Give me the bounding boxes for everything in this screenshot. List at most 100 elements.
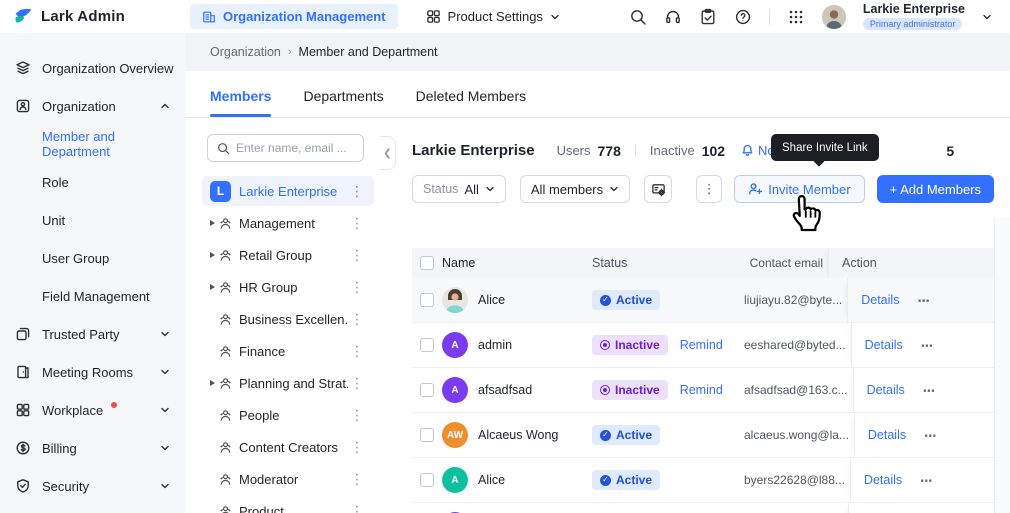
account-chevron-down-icon[interactable]: [982, 12, 992, 22]
members-filter-select[interactable]: All members: [519, 175, 631, 203]
remind-link[interactable]: Remind: [680, 383, 723, 397]
tab-deleted-members[interactable]: Deleted Members: [416, 88, 527, 117]
tree-item-label: Content Creators: [239, 439, 338, 455]
tree-item[interactable]: Business Excellen... ⋮: [202, 304, 374, 334]
column-name: Name: [442, 256, 476, 270]
row-more-icon[interactable]: ⋯: [923, 383, 937, 398]
row-more-icon[interactable]: ⋯: [924, 428, 938, 443]
member-name: Alice: [478, 293, 506, 307]
nav-product-settings[interactable]: Product Settings: [426, 9, 560, 24]
breadcrumb-parent[interactable]: Organization: [210, 45, 281, 59]
tree-search-input[interactable]: [236, 141, 346, 155]
user-avatar[interactable]: [821, 4, 846, 29]
sidebar-item-trusted-party[interactable]: Trusted Party: [0, 315, 185, 353]
tree-item[interactable]: Content Creators ⋮: [202, 432, 374, 462]
tree-item[interactable]: Retail Group ⋮: [202, 240, 374, 270]
add-members-button[interactable]: + Add Members: [876, 175, 994, 203]
select-all-checkbox[interactable]: [420, 256, 434, 270]
support-headset-icon[interactable]: [664, 8, 682, 26]
tree-item[interactable]: People ⋮: [202, 400, 374, 430]
tree-item-label: Retail Group: [239, 247, 312, 263]
row-checkbox[interactable]: [420, 428, 434, 442]
row-checkbox[interactable]: [420, 383, 434, 397]
tab-members[interactable]: Members: [210, 88, 272, 117]
members-main: Larkie Enterprise Users 778 Inactive 102…: [400, 129, 994, 513]
more-options-icon[interactable]: ⋮: [348, 504, 366, 513]
tab-departments[interactable]: Departments: [303, 88, 383, 117]
more-options-icon[interactable]: ⋮: [348, 280, 366, 294]
account-menu[interactable]: Larkie Enterprise Primary administrator: [862, 3, 965, 31]
nav-product-settings-label: Product Settings: [447, 9, 543, 24]
more-options-icon[interactable]: ⋮: [348, 344, 366, 358]
expand-caret-icon[interactable]: [206, 220, 219, 226]
sidebar-item-billing[interactable]: Billing: [0, 429, 185, 467]
sidebar-item-field-management[interactable]: Field Management: [0, 277, 185, 315]
sidebar-item-unit[interactable]: Unit: [0, 201, 185, 239]
remind-link[interactable]: Remind: [680, 338, 723, 352]
invite-member-button[interactable]: Invite Member: [734, 175, 865, 203]
row-more-icon[interactable]: ⋯: [921, 338, 935, 353]
sidebar-item-organization-overview[interactable]: Organization Overview: [0, 49, 185, 87]
expand-caret-icon[interactable]: [206, 252, 219, 258]
more-options-icon[interactable]: ⋮: [348, 312, 366, 326]
tree-item[interactable]: HR Group ⋮: [202, 272, 374, 302]
table-row: Alice ✓ Active liujiayu.82@byte... Details ⋯: [412, 278, 994, 323]
sidebar-item-member-and-department[interactable]: Member and Department: [0, 125, 185, 163]
chevron-down-icon: [610, 186, 618, 192]
display-settings-button[interactable]: [644, 175, 673, 203]
more-options-icon[interactable]: ⋮: [348, 440, 366, 454]
account-role-badge: Primary administrator: [862, 18, 963, 31]
table-scrollbar[interactable]: [994, 218, 1010, 513]
row-more-icon[interactable]: ⋯: [917, 293, 931, 308]
topbar-divider: [768, 8, 770, 25]
member-email: byers22628@l88...: [744, 473, 845, 487]
chevron-down-icon: [161, 407, 169, 413]
tree-item[interactable]: Planning and Strat... ⋮: [202, 368, 374, 398]
sidebar-item-security[interactable]: Security: [0, 467, 185, 505]
row-checkbox[interactable]: [420, 338, 434, 352]
search-icon[interactable]: [629, 8, 647, 26]
tree-item[interactable]: Finance ⋮: [202, 336, 374, 366]
status-badge: ✓ Active: [592, 290, 661, 310]
details-link[interactable]: Details: [864, 473, 902, 487]
topbar-actions: Larkie Enterprise Primary administrator: [629, 3, 1010, 31]
more-options-icon[interactable]: ⋮: [348, 376, 366, 390]
row-checkbox[interactable]: [420, 293, 434, 307]
collapse-panel-button[interactable]: ❮: [380, 136, 396, 170]
tree-item[interactable]: Moderator ⋮: [202, 464, 374, 494]
tree-item-label: Planning and Strat...: [239, 375, 348, 391]
sidebar-item-role[interactable]: Role: [0, 163, 185, 201]
card-settings-icon: [651, 183, 665, 196]
status-filter-select[interactable]: Status All: [412, 175, 506, 203]
nav-organization-management[interactable]: Organization Management: [190, 4, 398, 29]
tree-root-larkie-enterprise[interactable]: L Larkie Enterprise ⋮: [202, 176, 374, 206]
sidebar-item-workplace[interactable]: Workplace: [0, 391, 185, 429]
survey-clipboard-icon[interactable]: [699, 8, 717, 26]
more-options-icon[interactable]: ⋮: [348, 472, 366, 486]
tree-item[interactable]: Management ⋮: [202, 208, 374, 238]
apps-grid-icon[interactable]: [787, 8, 805, 26]
organization-icon: [15, 98, 31, 114]
sidebar-item-organization[interactable]: Organization: [0, 87, 185, 125]
more-options-icon[interactable]: ⋮: [348, 248, 366, 262]
more-actions-button[interactable]: ⋮: [696, 175, 723, 203]
more-options-icon[interactable]: ⋮: [348, 184, 366, 198]
row-more-icon[interactable]: ⋯: [920, 473, 934, 488]
member-email: alcaeus.wong@la...: [744, 428, 849, 442]
details-link[interactable]: Details: [868, 428, 906, 442]
expand-caret-icon[interactable]: [206, 380, 219, 386]
row-checkbox[interactable]: [420, 473, 434, 487]
sidebar-item-meeting-rooms[interactable]: Meeting Rooms: [0, 353, 185, 391]
tree-item[interactable]: Product ⋮: [202, 496, 374, 513]
details-link[interactable]: Details: [867, 383, 905, 397]
layers-icon: [15, 60, 31, 76]
help-icon[interactable]: [734, 8, 752, 26]
details-link[interactable]: Details: [861, 293, 899, 307]
expand-caret-icon[interactable]: [206, 284, 219, 290]
details-link[interactable]: Details: [865, 338, 903, 352]
more-options-icon[interactable]: ⋮: [348, 216, 366, 230]
sidebar-item-user-group[interactable]: User Group: [0, 239, 185, 277]
more-options-icon[interactable]: ⋮: [348, 408, 366, 422]
tree-search[interactable]: [207, 134, 364, 162]
member-avatar: A: [442, 332, 468, 358]
